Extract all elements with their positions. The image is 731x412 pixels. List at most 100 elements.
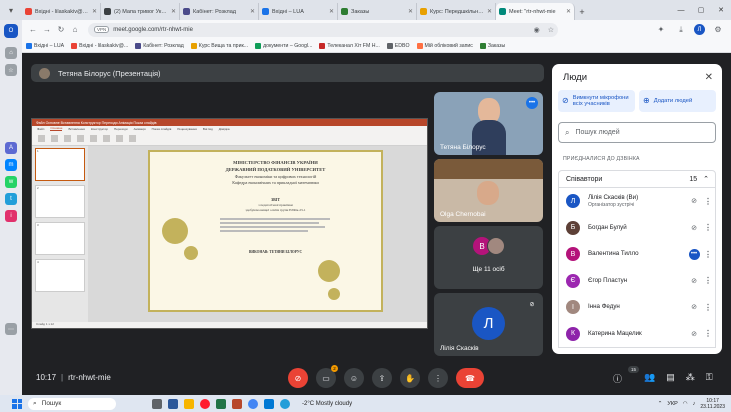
more-options-icon[interactable]: ⋮	[701, 329, 715, 338]
people-search-input[interactable]: ⌕ Пошук людей	[558, 122, 716, 143]
mic-off-icon[interactable]: ⊘	[687, 197, 701, 205]
tab-close-icon[interactable]: ✕	[566, 8, 571, 15]
browser-tab[interactable]: Вхідні – LUA ✕	[259, 3, 338, 20]
chrome-icon[interactable]	[248, 398, 258, 409]
browser-tab[interactable]: Заказы ✕	[338, 3, 417, 20]
edge-icon[interactable]	[264, 398, 274, 409]
info-icon[interactable]: ⓘ	[613, 372, 622, 385]
telegram-taskbar-icon[interactable]	[280, 398, 290, 409]
download-icon[interactable]: ⤓	[674, 25, 688, 35]
extensions-icon[interactable]: ✦	[654, 25, 668, 34]
browser-tab[interactable]: Meet: "rtr-nhwt-mie ✕	[496, 3, 575, 20]
tray-chevron-icon[interactable]: ⌃	[658, 401, 663, 407]
emoji-icon[interactable]: ☺	[344, 368, 364, 388]
url-text[interactable]: meet.google.com/rtr-nhwt-mie	[113, 27, 529, 33]
video-tile[interactable]: ••• Тетяна Білорус	[434, 92, 543, 155]
mic-off-icon[interactable]: ⊘	[687, 277, 701, 285]
camera-toggle-button[interactable]: ▭ 2	[316, 365, 338, 388]
close-panel-icon[interactable]: ✕	[705, 72, 713, 83]
address-bar[interactable]: VPN meet.google.com/rtr-nhwt-mie ◉ ☆	[88, 22, 558, 37]
present-icon[interactable]: ⇪	[372, 368, 392, 388]
bookmark-item[interactable]: Телеканал Хіт FM Н...	[319, 42, 380, 49]
mute-all-button[interactable]: ⊘ Вимкнути мікрофони всіх учасників	[558, 90, 635, 112]
participant-row[interactable]: Л Лілія Скасків (Ви) Організатор зустрічі ⊘…	[559, 188, 715, 215]
opera-logo-icon[interactable]: O	[4, 24, 18, 38]
browser-tab[interactable]: Курс: Передшкільна п ✕	[417, 3, 496, 20]
task-view-icon[interactable]	[152, 398, 162, 409]
add-people-button[interactable]: ⊕ Додати людей	[639, 90, 716, 112]
weather-widget[interactable]: -2°C Mostly cloudy	[302, 401, 352, 407]
profile-avatar[interactable]: Л	[694, 24, 705, 35]
tab-close-icon[interactable]: ✕	[408, 8, 413, 15]
people-icon[interactable]: 15👥	[628, 366, 655, 385]
instagram-icon[interactable]: i	[5, 210, 17, 222]
tab-close-icon[interactable]: ✕	[329, 8, 334, 15]
participant-row[interactable]: І Інна Федун ⊘ ⋮	[559, 294, 715, 321]
whatsapp-icon[interactable]: w	[5, 176, 17, 188]
bookmark-item[interactable]: Мій обліковий запис	[416, 42, 473, 49]
telegram-icon[interactable]: t	[5, 193, 17, 205]
activities-icon[interactable]: ⁂	[686, 372, 695, 385]
tab-close-icon[interactable]: ✕	[92, 8, 97, 15]
participant-row[interactable]: Є Єгор Пластун ⊘ ⋮	[559, 268, 715, 295]
more-options-icon[interactable]: ⋮	[701, 223, 715, 232]
opera-icon[interactable]	[200, 398, 210, 409]
video-tile-self[interactable]: Л ⊘ Лілія Скасків	[434, 293, 543, 356]
messenger-icon[interactable]: m	[5, 159, 17, 171]
taskbar-clock[interactable]: 10:17 23.11.2023	[700, 398, 725, 410]
browser-menu-icon[interactable]: ▾	[0, 0, 22, 20]
taskbar-search[interactable]: ⌕ Пошук	[28, 397, 116, 410]
bookmark-item[interactable]: Курс Вища та прик...	[190, 42, 248, 49]
video-tile-others[interactable]: В Ще 11 осіб	[434, 226, 543, 289]
home-icon[interactable]: ⌂	[68, 25, 82, 34]
wifi-icon[interactable]: ◠	[683, 401, 688, 407]
new-tab-button[interactable]: +	[575, 3, 589, 20]
contributors-group[interactable]: Співавтори 15 ⌃	[558, 170, 716, 188]
participant-row[interactable]: К Катерина Мацелик ⊘ ⋮	[559, 321, 715, 348]
more-options-icon[interactable]: ⋮	[701, 303, 715, 312]
chat-icon[interactable]: ▤	[666, 372, 675, 385]
more-sidebar-icon[interactable]: ⋯	[5, 323, 17, 335]
browser-tab[interactable]: Кабінет: Розклад ✕	[180, 3, 259, 20]
bookmark-item[interactable]: Вхідні - lilaskakiv@...	[71, 42, 128, 49]
reload-icon[interactable]: ↻	[54, 25, 68, 34]
participant-row[interactable]: В Валентина Тилло ••• ⋮	[559, 241, 715, 268]
tab-close-icon[interactable]: ✕	[250, 8, 255, 15]
raise-hand-icon[interactable]: ✋	[400, 368, 420, 388]
tab-close-icon[interactable]: ✕	[171, 8, 176, 15]
chevron-up-icon[interactable]: ⌃	[703, 175, 709, 183]
camera-icon[interactable]: ◉	[534, 26, 540, 34]
mic-off-icon[interactable]: ⊘	[687, 303, 701, 311]
bookmark-item[interactable]: Кабінет: Розклад	[135, 42, 184, 49]
leave-call-button[interactable]: ☎	[456, 368, 484, 388]
bookmark-star-icon[interactable]: ☆	[548, 26, 554, 34]
lang-indicator[interactable]: УКР	[667, 401, 677, 407]
mic-toggle-button[interactable]: ⊘	[288, 368, 308, 388]
aria-icon[interactable]: A	[5, 142, 17, 154]
browser-tab[interactable]: (2) Мапа тривог України ✕	[101, 3, 180, 20]
bookmark-item[interactable]: Заказы	[479, 42, 505, 49]
more-options-icon[interactable]: ⋮	[428, 368, 448, 388]
volume-icon[interactable]: ♪	[693, 401, 696, 407]
word-icon[interactable]	[168, 398, 178, 409]
host-controls-icon[interactable]: ⚿	[706, 372, 713, 385]
back-icon[interactable]: ←	[26, 25, 40, 34]
start-icon[interactable]	[12, 398, 22, 409]
mic-off-icon[interactable]: ⊘	[687, 330, 701, 338]
settings-icon[interactable]: ⚙	[711, 25, 725, 34]
bookmark-item[interactable]: EDBO	[386, 42, 410, 49]
file-explorer-icon[interactable]	[184, 398, 194, 409]
excel-icon[interactable]	[216, 398, 226, 409]
browser-tab[interactable]: Вхідні - lilaskakiv@gmai ✕	[22, 3, 101, 20]
mic-off-icon[interactable]: ⊘	[687, 224, 701, 232]
bookmark-item[interactable]: Вхідні – LUA	[26, 42, 64, 49]
bookmark-item[interactable]: документи – Googl...	[255, 42, 312, 49]
close-window-icon[interactable]: ✕	[711, 0, 731, 20]
tab-close-icon[interactable]: ✕	[487, 8, 492, 15]
forward-icon[interactable]: →	[40, 25, 54, 34]
maximize-icon[interactable]: ▢	[691, 0, 711, 20]
powerpoint-icon[interactable]	[232, 398, 242, 409]
video-tile[interactable]: Olga Chernobai	[434, 159, 543, 222]
bookmarks-sidebar-icon[interactable]: ☆	[5, 64, 17, 76]
vpn-badge[interactable]: VPN	[94, 26, 110, 33]
